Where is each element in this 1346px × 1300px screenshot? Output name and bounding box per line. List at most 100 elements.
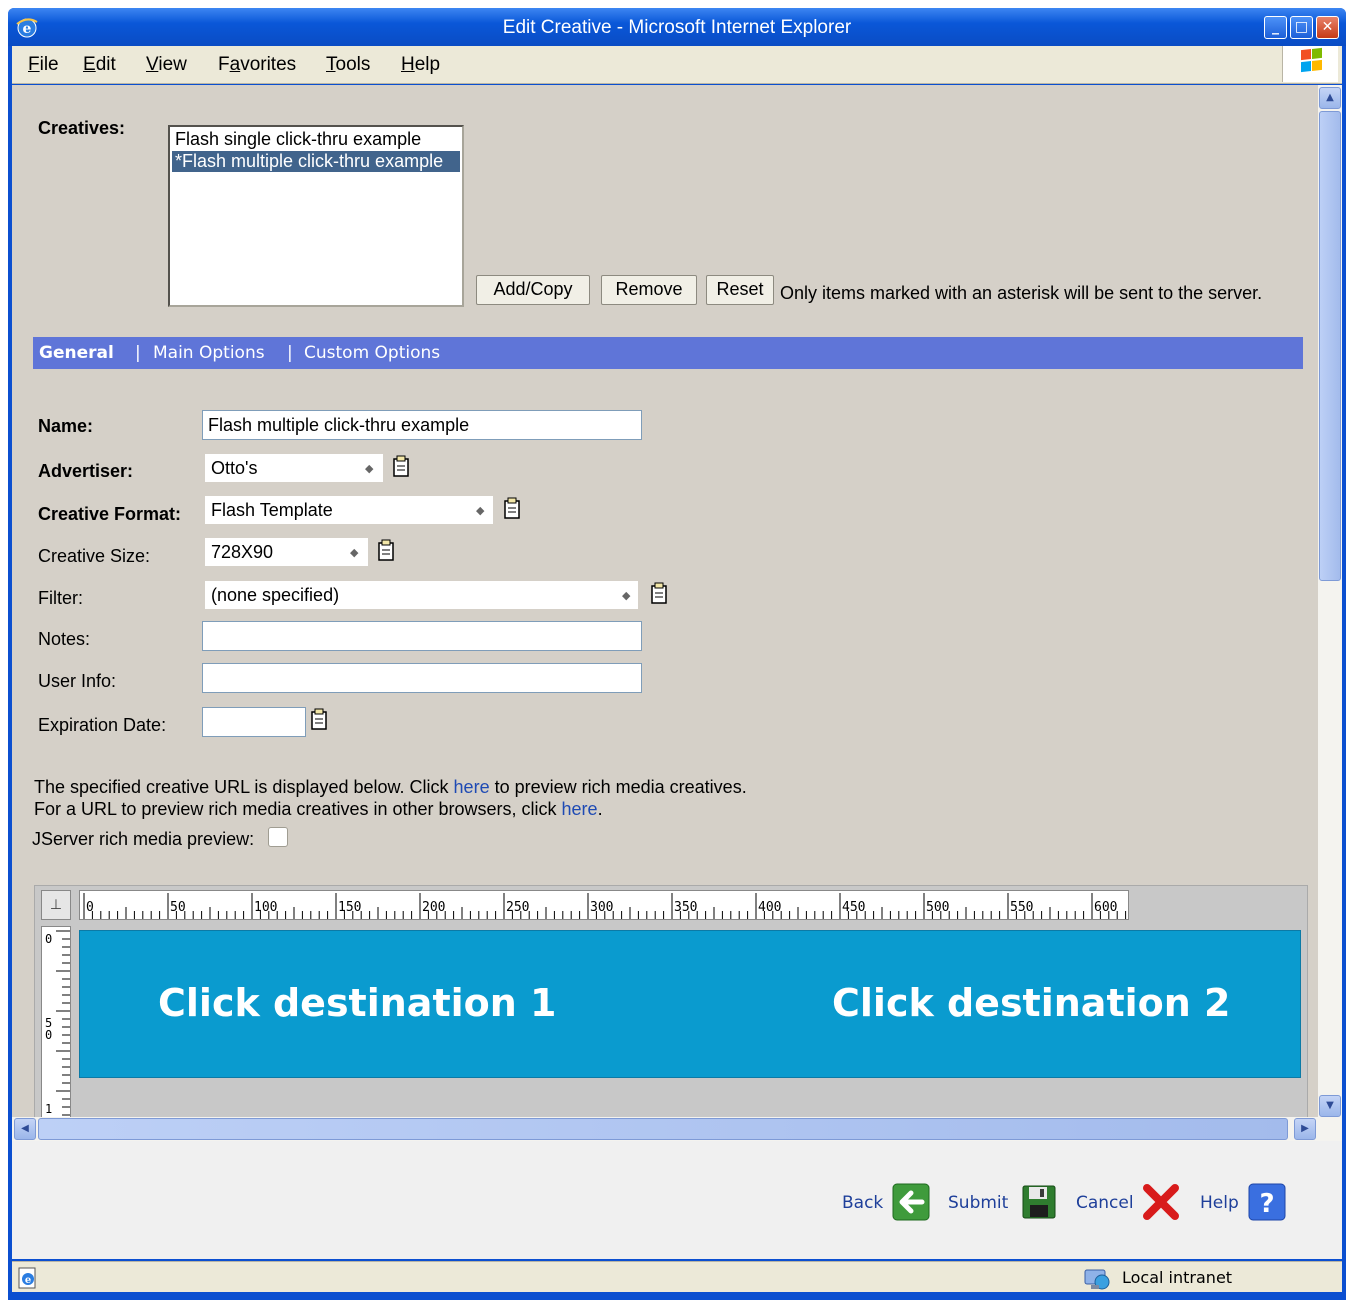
- vertical-ruler: 0501: [41, 926, 71, 1125]
- ruler-label: 600: [1094, 900, 1117, 915]
- ruler-label: 200: [422, 900, 445, 915]
- tab-custom-options[interactable]: Custom Options: [304, 343, 440, 363]
- reset-button[interactable]: Reset: [706, 275, 774, 305]
- lookup-icon[interactable]: [377, 539, 395, 561]
- name-label: Name:: [38, 416, 94, 436]
- page-content: Creatives: Flash single click-thru examp…: [12, 85, 1318, 1125]
- ruler-label: 550: [1010, 900, 1033, 915]
- page-icon: e: [18, 1267, 36, 1289]
- menu-edit[interactable]: Edit: [83, 54, 116, 76]
- security-zone-label: Local intranet: [1122, 1268, 1233, 1287]
- creatives-label: Creatives:: [38, 118, 126, 138]
- menu-file[interactable]: File: [28, 54, 59, 76]
- ruler-label: 400: [758, 900, 781, 915]
- tab-separator: |: [287, 343, 293, 363]
- horizontal-ruler: 0 50 100 150 200 250 300 350 400 450 500 550 600: [79, 890, 1129, 920]
- back-button[interactable]: Back: [842, 1193, 883, 1213]
- creative-size-select[interactable]: 728X90: [204, 537, 369, 567]
- window-title: Edit Creative - Microsoft Internet Explo…: [502, 17, 852, 38]
- creative-size-label: Creative Size:: [38, 546, 151, 566]
- cancel-x-icon[interactable]: [1142, 1183, 1180, 1221]
- tab-general[interactable]: General: [39, 343, 114, 363]
- preview-info-line2: For a URL to preview rich media creative…: [34, 799, 603, 819]
- ruler-label: 350: [674, 900, 697, 915]
- cancel-button[interactable]: Cancel: [1076, 1193, 1134, 1213]
- save-disk-icon[interactable]: [1020, 1183, 1058, 1221]
- user-info-label: User Info:: [38, 671, 117, 691]
- calendar-icon[interactable]: [310, 708, 328, 730]
- horizontal-ruler-ticks: 0 50 100 150 200 250 300 350 400 450 500 550 600: [83, 893, 1127, 919]
- help-button[interactable]: Help: [1200, 1193, 1239, 1213]
- dropdown-arrow-icon: ◆: [350, 547, 359, 559]
- svg-text:e: e: [25, 1275, 31, 1286]
- add-copy-button[interactable]: Add/Copy: [476, 275, 590, 305]
- menu-view[interactable]: View: [146, 54, 187, 76]
- status-bar: e Local intranet: [12, 1261, 1342, 1292]
- notes-label: Notes:: [38, 629, 91, 649]
- ruler-label: 150: [338, 900, 361, 915]
- ruler-label: 0: [86, 900, 94, 915]
- windows-flag-icon: [1301, 47, 1322, 73]
- scroll-down-button[interactable]: ▼: [1319, 1095, 1341, 1117]
- remove-button[interactable]: Remove: [601, 275, 697, 305]
- menu-tools[interactable]: Tools: [326, 54, 370, 76]
- advertiser-label: Advertiser:: [38, 461, 134, 481]
- submit-button[interactable]: Submit: [948, 1193, 1008, 1213]
- ruler-label: 450: [842, 900, 865, 915]
- creative-option-selected[interactable]: *Flash multiple click-thru example: [172, 151, 460, 172]
- minimize-button[interactable]: _: [1264, 16, 1287, 39]
- tab-main-options[interactable]: Main Options: [153, 343, 265, 363]
- vertical-scroll-thumb[interactable]: [1319, 111, 1341, 581]
- title-bar: e Edit Creative - Microsoft Internet Exp…: [8, 8, 1346, 46]
- click-destination-1[interactable]: Click destination 1: [158, 981, 556, 1025]
- advertiser-select[interactable]: Otto's: [204, 453, 384, 483]
- ruler-label: 500: [926, 900, 949, 915]
- name-field[interactable]: Flash multiple click-thru example: [202, 410, 642, 440]
- creative-option[interactable]: Flash single click-thru example: [172, 129, 460, 150]
- click-destination-2[interactable]: Click destination 2: [832, 981, 1230, 1025]
- menu-bar: File Edit View Favorites Tools Help: [12, 46, 1342, 84]
- vertical-scrollbar[interactable]: ▲ ▼: [1318, 85, 1342, 1125]
- svg-text:?: ?: [1259, 1189, 1274, 1219]
- back-arrow-icon[interactable]: [892, 1183, 930, 1221]
- filter-label: Filter:: [38, 588, 83, 608]
- lookup-icon[interactable]: [392, 455, 410, 477]
- jserver-preview-checkbox[interactable]: [268, 827, 288, 847]
- scroll-left-button[interactable]: ◀: [14, 1118, 36, 1140]
- maximize-button[interactable]: □: [1290, 16, 1313, 39]
- creative-preview-pane: ⊥ 0 50 100 150 200 250 300 350 400 450 500 550 600 0…: [34, 885, 1308, 1125]
- dropdown-arrow-icon: ◆: [476, 505, 485, 517]
- expiration-date-field[interactable]: [202, 707, 306, 737]
- local-intranet-icon: [1084, 1269, 1110, 1290]
- scroll-right-button[interactable]: ▶: [1294, 1118, 1316, 1140]
- windows-logo: [1282, 46, 1338, 82]
- creative-format-select[interactable]: Flash Template: [204, 495, 494, 525]
- scroll-up-button[interactable]: ▲: [1319, 87, 1341, 109]
- lookup-icon[interactable]: [650, 582, 668, 604]
- vertical-ruler-ticks: 0501: [45, 930, 70, 1116]
- ruler-corner: ⊥: [41, 890, 71, 920]
- dropdown-arrow-icon: ◆: [622, 590, 631, 602]
- close-button[interactable]: ✕: [1316, 16, 1339, 39]
- other-browsers-here-link[interactable]: here: [562, 799, 598, 819]
- user-info-field[interactable]: [202, 663, 642, 693]
- help-question-icon[interactable]: ?: [1248, 1183, 1286, 1221]
- preview-here-link[interactable]: here: [454, 777, 490, 797]
- horizontal-scroll-thumb[interactable]: [38, 1118, 1288, 1140]
- ruler-label: 250: [506, 900, 529, 915]
- flash-creative-banner[interactable]: Click destination 1 Click destination 2: [79, 930, 1301, 1078]
- horizontal-scrollbar[interactable]: ◀ ▶: [12, 1117, 1342, 1141]
- ruler-label: 1: [45, 1102, 52, 1116]
- action-bar: Back Submit Cancel Help ?: [12, 1141, 1342, 1259]
- ruler-label: 0: [45, 1028, 52, 1042]
- menu-favorites[interactable]: Favorites: [218, 54, 296, 76]
- lookup-icon[interactable]: [503, 497, 521, 519]
- preview-info-line1: The specified creative URL is displayed …: [34, 777, 747, 797]
- creatives-listbox[interactable]: Flash single click-thru example *Flash m…: [168, 125, 464, 307]
- dropdown-arrow-icon: ◆: [365, 463, 374, 475]
- ruler-label: 0: [45, 932, 52, 946]
- menu-help[interactable]: Help: [401, 54, 440, 76]
- filter-select[interactable]: (none specified): [204, 580, 639, 610]
- expiration-date-label: Expiration Date:: [38, 715, 167, 735]
- notes-field[interactable]: [202, 621, 642, 651]
